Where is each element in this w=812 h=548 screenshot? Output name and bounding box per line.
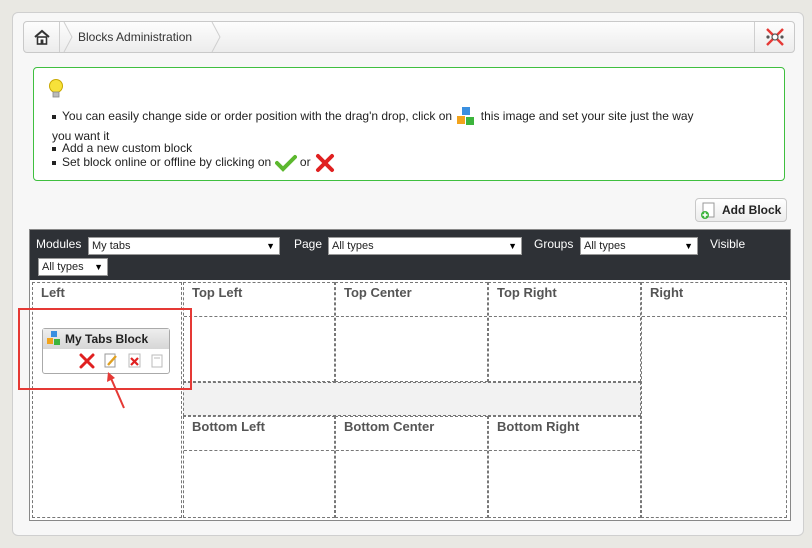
zone-bottom-left[interactable]: Bottom Left [183, 416, 335, 518]
add-block-button[interactable]: Add Block [695, 198, 787, 222]
groups-select[interactable]: All types ▼ [580, 237, 698, 255]
modules-label: Modules [36, 237, 82, 251]
logo-button[interactable] [754, 22, 794, 52]
zone-bottom-right-title: Bottom Right [489, 417, 640, 451]
arrow-annotation-icon [107, 372, 125, 409]
notice-line-3-text: Set block online or offline by clicking … [62, 155, 272, 170]
zone-right-title: Right [642, 283, 786, 317]
cross-icon [315, 154, 334, 172]
modules-select[interactable]: My tabs ▼ [88, 237, 280, 255]
add-document-icon [701, 202, 715, 219]
visible-label: Visible [710, 237, 746, 251]
breadcrumb-separator [63, 22, 73, 52]
dropdown-arrow-icon: ▼ [508, 241, 517, 251]
zone-top-center-title: Top Center [336, 283, 487, 317]
groups-label: Groups [534, 237, 574, 251]
drag-cubes-icon [457, 107, 475, 125]
filter-bar: Modules My tabs ▼ Page All types ▼ Group… [30, 230, 790, 280]
zone-top-center[interactable]: Top Center [335, 282, 488, 382]
zone-center[interactable] [183, 382, 641, 416]
zone-bottom-left-title: Bottom Left [184, 417, 334, 451]
zone-top-right[interactable]: Top Right [488, 282, 641, 382]
logo-icon [765, 28, 784, 46]
zone-bottom-center[interactable]: Bottom Center [335, 416, 488, 518]
home-icon [33, 29, 50, 45]
page-select[interactable]: All types ▼ [328, 237, 522, 255]
visible-select-value: All types [42, 261, 84, 273]
dropdown-arrow-icon: ▼ [684, 241, 693, 251]
dropdown-arrow-icon: ▼ [94, 262, 103, 272]
groups-select-value: All types [584, 240, 626, 252]
breadcrumb-current[interactable]: Blocks Administration [78, 30, 192, 44]
info-notice: You can easily change side or order posi… [33, 67, 785, 181]
notice-line-1-after: this image and set your site just the wa… [480, 109, 694, 124]
check-icon [274, 155, 297, 172]
page-label: Page [294, 237, 323, 251]
notice-line-3-or: or [299, 155, 311, 170]
lightbulb-icon [49, 79, 63, 98]
dropdown-arrow-icon: ▼ [266, 241, 275, 251]
notice-line-1: You can easily change side or order posi… [52, 106, 694, 128]
breadcrumb-bar: Blocks Administration [23, 21, 795, 53]
main-panel: Blocks Administration You can easily cha… [12, 12, 804, 536]
zone-right[interactable]: Right [641, 282, 787, 518]
notice-line-1-text: You can easily change side or order posi… [62, 109, 453, 124]
zone-top-left[interactable]: Top Left [183, 282, 335, 382]
breadcrumb-end [211, 22, 221, 52]
home-button[interactable] [24, 22, 60, 52]
zone-top-right-title: Top Right [489, 283, 640, 317]
notice-line-3: Set block online or offline by clicking … [52, 152, 336, 174]
zone-bottom-center-title: Bottom Center [336, 417, 487, 451]
modules-select-value: My tabs [92, 240, 131, 252]
add-block-label: Add Block [722, 203, 782, 217]
page-select-value: All types [332, 240, 374, 252]
zone-bottom-right[interactable]: Bottom Right [488, 416, 641, 518]
zone-top-left-title: Top Left [184, 283, 334, 317]
visible-select[interactable]: All types ▼ [38, 258, 108, 276]
